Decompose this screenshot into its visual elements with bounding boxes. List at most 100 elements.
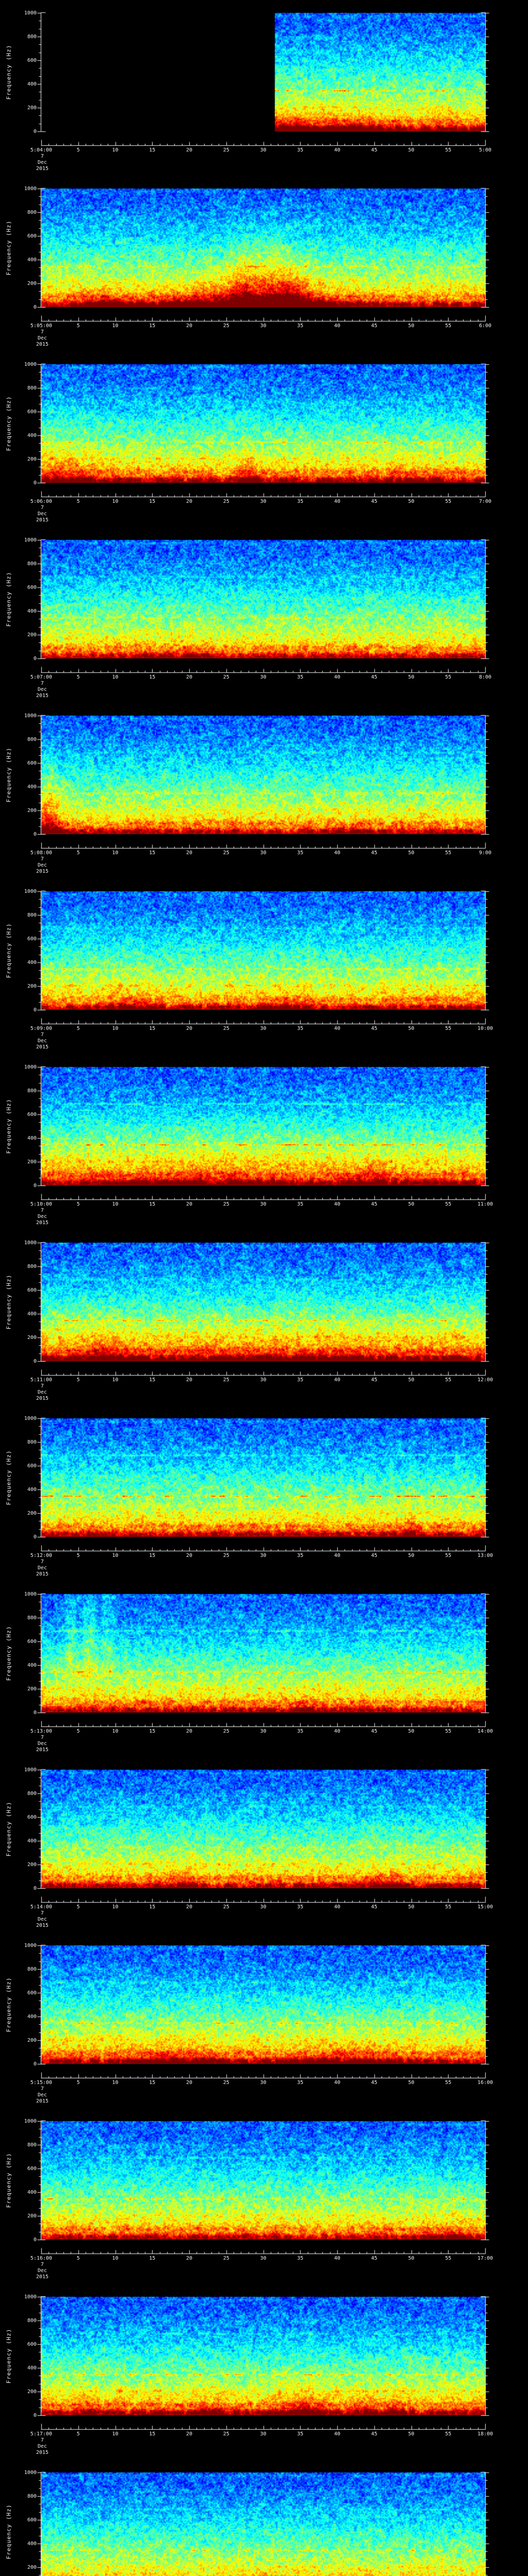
y-tick-label: 800 <box>27 1615 37 1621</box>
x-tick-label: 30 <box>260 499 267 504</box>
x-tick-label: 55 <box>445 323 452 329</box>
y-tick-label: 200 <box>27 1686 37 1692</box>
x-tick-label: 20 <box>186 1553 193 1558</box>
x-tick-label: 5 <box>76 2431 80 2437</box>
x-tick-label: 5:10:00 <box>30 1201 53 1207</box>
y-tick-label: 400 <box>27 960 37 965</box>
y-tick-label: 200 <box>27 808 37 814</box>
x-tick-label: 30 <box>260 1377 267 1383</box>
x-tick-label: 10 <box>112 1553 119 1558</box>
x-tick-label: 10 <box>112 1728 119 1734</box>
y-tick-label: 800 <box>27 34 37 40</box>
x-tick-label: 50 <box>408 1377 415 1383</box>
x-tick-label: 14:00 <box>477 1728 493 1734</box>
spectrogram-canvas <box>0 2460 528 2576</box>
x-tick-label: 35 <box>297 2080 304 2086</box>
spectrogram-panel-6: Frequency (Hz) 1000 800 600 400 200 0 5:09:00… <box>0 878 528 1054</box>
x-tick-label: 20 <box>186 499 193 504</box>
y-tick-label: 400 <box>27 2365 37 2371</box>
x-tick-label: 30 <box>260 2431 267 2437</box>
x-tick-label: 40 <box>334 1728 341 1734</box>
date-line: Dec <box>37 2092 47 2098</box>
x-tick-label: 35 <box>297 2431 304 2437</box>
date-line: 7 <box>40 1559 44 1565</box>
y-tick-label: 600 <box>27 1639 37 1645</box>
y-tick-label: 200 <box>27 984 37 989</box>
y-tick-label: 0 <box>33 2237 37 2243</box>
x-tick-label: 5:07:00 <box>30 674 53 680</box>
x-tick-label: 55 <box>445 1026 452 1031</box>
y-tick-label: 800 <box>27 561 37 567</box>
x-tick-label: 30 <box>260 850 267 856</box>
y-tick-label: 400 <box>27 608 37 614</box>
date-line: Dec <box>37 335 47 341</box>
date-line: Dec <box>37 862 47 868</box>
date-line: 2015 <box>36 166 49 172</box>
x-tick-label: 5 <box>76 1377 80 1383</box>
x-tick-label: 55 <box>445 1728 452 1734</box>
spectrogram-panel-12: Frequency (Hz) 1000 800 600 400 200 0 5:15:00… <box>0 1933 528 2108</box>
x-tick-label: 25 <box>223 2256 229 2261</box>
y-tick-label: 400 <box>27 1136 37 1141</box>
x-tick-label: 55 <box>445 674 452 680</box>
y-tick-label: 1000 <box>24 2119 37 2124</box>
y-tick-label: 1000 <box>24 2470 37 2476</box>
x-tick-label: 55 <box>445 499 452 504</box>
x-tick-label: 5 <box>76 1728 80 1734</box>
x-tick-label: 55 <box>445 2431 452 2437</box>
y-tick-label: 600 <box>27 1287 37 1293</box>
x-tick-label: 30 <box>260 1201 267 1207</box>
date-line: Dec <box>37 1917 47 1922</box>
x-tick-label: 40 <box>334 1377 341 1383</box>
y-axis-title: Frequency (Hz) <box>5 571 12 627</box>
x-tick-label: 45 <box>371 147 377 153</box>
x-tick-label: 5 <box>76 850 80 856</box>
date-line: 2015 <box>36 2450 49 2455</box>
x-tick-label: 45 <box>371 1026 377 1031</box>
y-tick-label: 0 <box>33 1183 37 1189</box>
y-tick-label: 0 <box>33 1710 37 1716</box>
date-line: 7 <box>40 2262 44 2267</box>
date-line: 7 <box>40 505 44 511</box>
y-axis-title: Frequency (Hz) <box>5 220 12 276</box>
y-tick-label: 0 <box>33 1007 37 1013</box>
y-tick-label: 800 <box>27 1088 37 1094</box>
x-tick-label: 45 <box>371 323 377 329</box>
x-tick-label: 30 <box>260 1904 267 1910</box>
y-tick-label: 1000 <box>24 1591 37 1597</box>
x-tick-label: 5:12:00 <box>30 1553 53 1558</box>
x-tick-label: 15 <box>149 1377 156 1383</box>
y-tick-label: 600 <box>27 1990 37 1996</box>
x-tick-label: 50 <box>408 674 415 680</box>
spectrogram-panel-7: Frequency (Hz) 1000 800 600 400 200 0 5:10:00… <box>0 1054 528 1230</box>
x-tick-label: 35 <box>297 850 304 856</box>
x-tick-label: 20 <box>186 1377 193 1383</box>
x-tick-label: 5 <box>76 1553 80 1558</box>
x-tick-label: 50 <box>408 1553 415 1558</box>
x-tick-label: 10 <box>112 147 119 153</box>
y-tick-label: 200 <box>27 2389 37 2395</box>
y-axis-title: Frequency (Hz) <box>5 923 12 978</box>
x-tick-label: 5 <box>76 499 80 504</box>
x-tick-label: 50 <box>408 1904 415 1910</box>
x-tick-label: 25 <box>223 1553 229 1558</box>
spectrogram-panel-10: Frequency (Hz) 1000 800 600 400 200 0 5:13:00… <box>0 1581 528 1757</box>
x-tick-label: 25 <box>223 147 229 153</box>
date-line: 2015 <box>36 517 49 523</box>
y-tick-label: 0 <box>33 656 37 662</box>
x-tick-label: 15 <box>149 674 156 680</box>
x-tick-label: 40 <box>334 147 341 153</box>
x-tick-label: 25 <box>223 1904 229 1910</box>
x-tick-label: 5:00 <box>478 147 492 153</box>
x-tick-label: 50 <box>408 499 415 504</box>
y-tick-label: 1000 <box>24 362 37 367</box>
y-tick-label: 200 <box>27 632 37 638</box>
x-tick-label: 40 <box>334 2080 341 2086</box>
x-tick-label: 10 <box>112 323 119 329</box>
x-tick-label: 40 <box>334 850 341 856</box>
date-line: 2015 <box>36 693 49 699</box>
x-tick-label: 5:16:00 <box>30 2256 53 2261</box>
y-tick-label: 0 <box>33 832 37 837</box>
x-tick-label: 50 <box>408 1201 415 1207</box>
date-line: Dec <box>37 1565 47 1571</box>
